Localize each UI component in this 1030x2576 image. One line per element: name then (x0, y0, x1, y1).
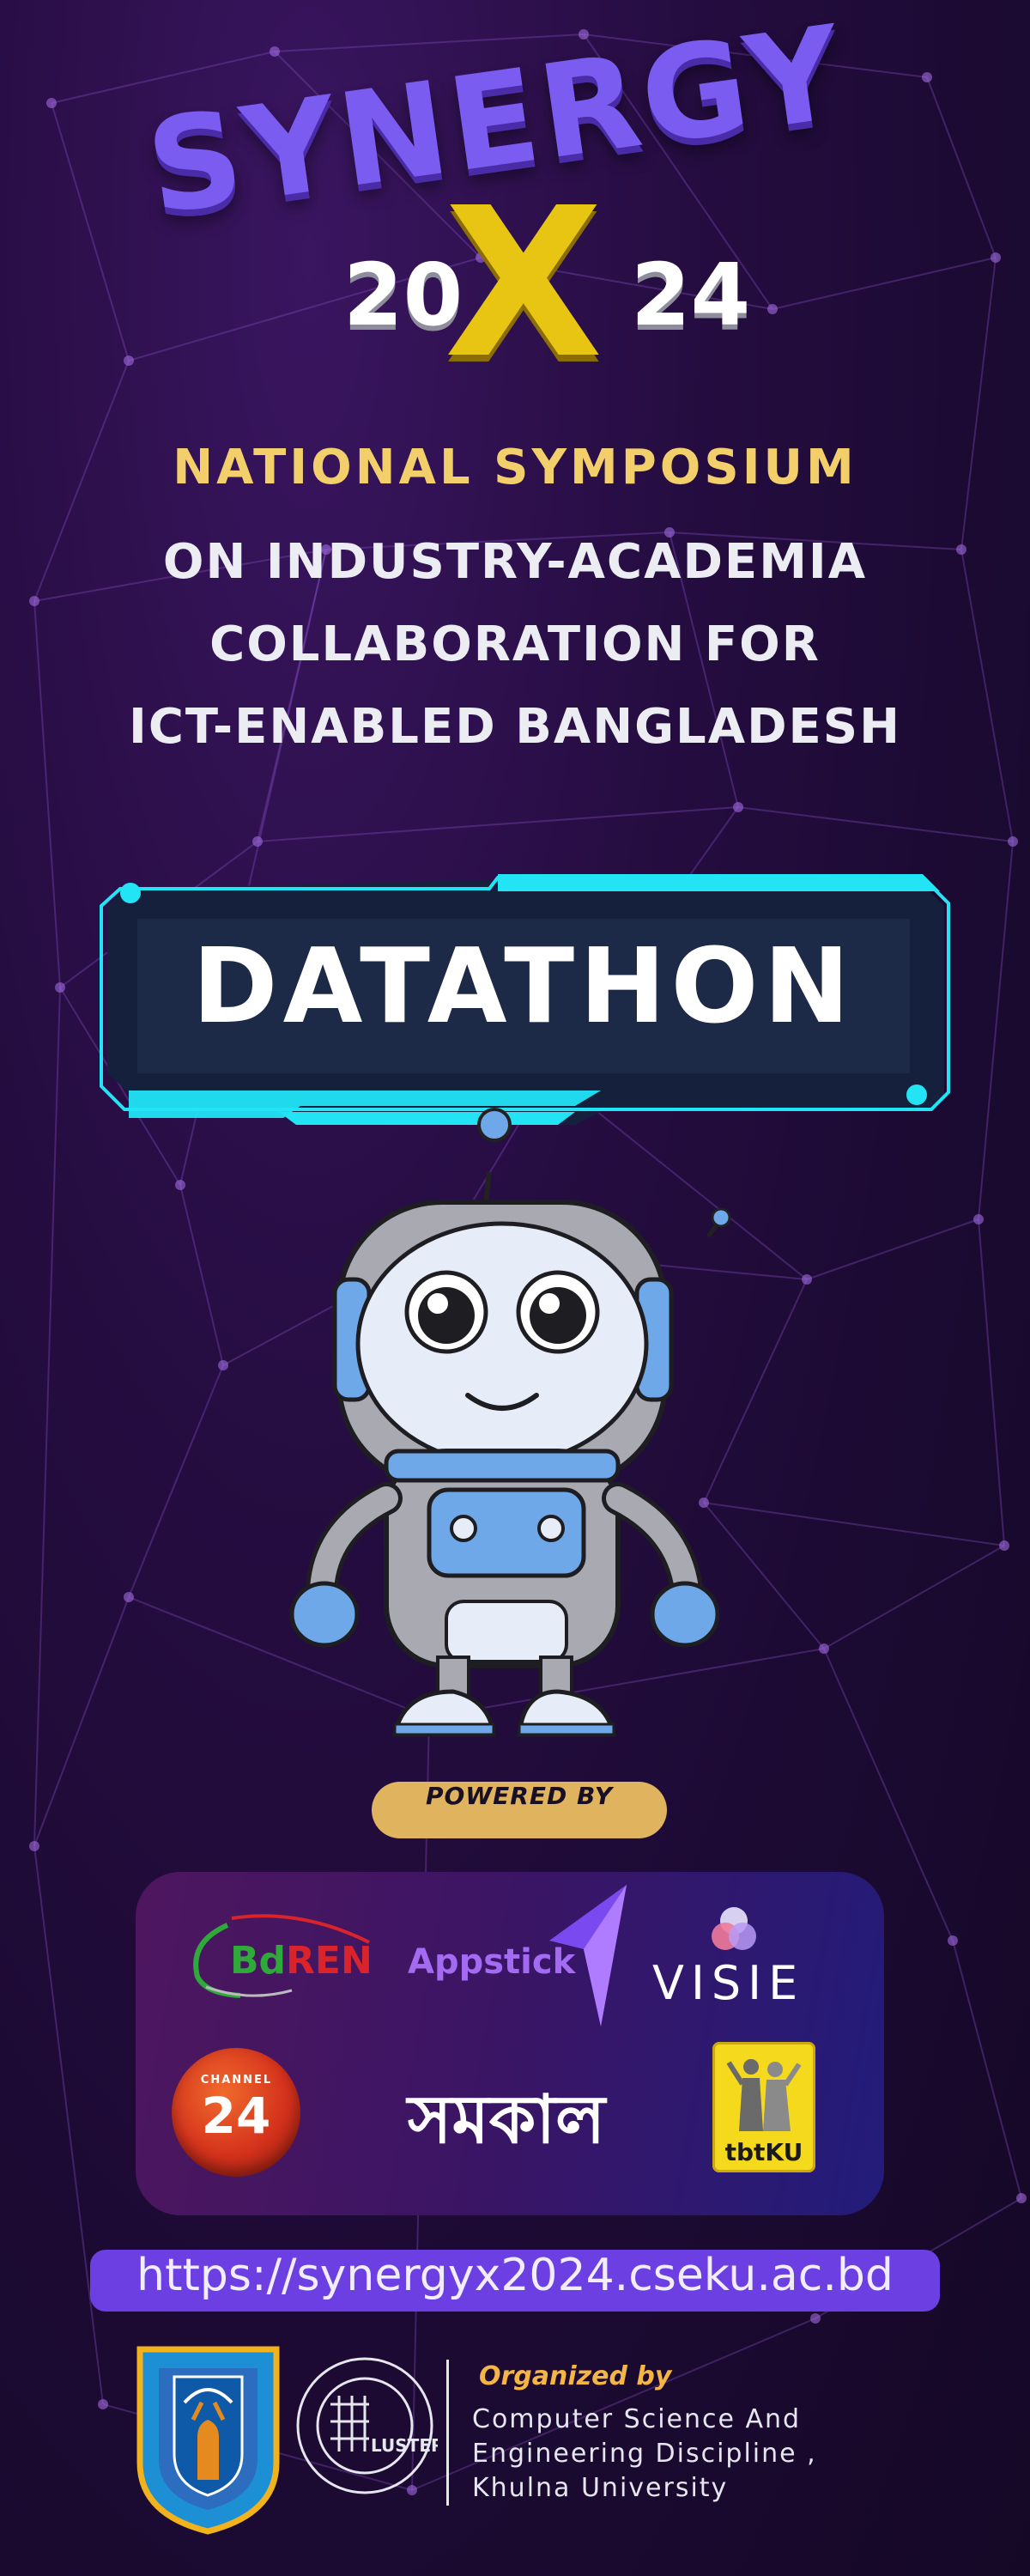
visie-mark-icon (712, 1907, 756, 1950)
network-line (772, 257, 997, 310)
network-line (33, 987, 61, 1847)
network-node (252, 836, 263, 847)
network-node (46, 98, 57, 108)
network-line (51, 102, 130, 361)
heading-line-3: ICT-ENABLED BANGLADESH (128, 699, 902, 755)
bdren-prefix: Bd (230, 1939, 287, 1983)
heading-national-symposium: NATIONAL SYMPOSIUM (173, 440, 857, 495)
network-line (33, 1845, 104, 2405)
network-line (960, 549, 1014, 842)
tbtku-text: tbtKU (724, 2138, 803, 2166)
heading-line-1: ON INDUSTRY-ACADEMIA (162, 534, 868, 590)
organizer-line-1: Computer Science And (472, 2404, 802, 2434)
network-node (819, 1643, 829, 1654)
network-line (128, 1364, 224, 1598)
bdren-suffix: REN (286, 1939, 373, 1983)
sponsor-bdren-logo: BdREN (230, 1939, 373, 1983)
network-node (29, 596, 39, 606)
network-line (926, 76, 997, 258)
network-line (179, 1184, 224, 1366)
organizer-line-2: Engineering Discipline , (472, 2439, 817, 2469)
cluster-club-seal-icon: LUSTER (296, 2357, 438, 2494)
network-node (991, 252, 1001, 263)
network-node (29, 1841, 39, 1851)
footer-divider (446, 2360, 449, 2506)
cluster-seal-text: LUSTER (371, 2435, 438, 2456)
network-node (218, 1360, 228, 1370)
robot-illustration (289, 1108, 731, 1737)
network-node (802, 1274, 812, 1285)
heading-line-2: COLLABORATION FOR (209, 617, 821, 672)
network-node (733, 802, 743, 812)
event-title: DATATHON (192, 927, 855, 1047)
powered-by-badge: POWERED BY (372, 1782, 667, 1838)
sponsor-samakal-logo: সমকাল (407, 2081, 606, 2159)
network-node (973, 1214, 984, 1224)
channel24-small-text: CHANNEL (200, 2074, 273, 2087)
network-node (98, 2399, 108, 2409)
network-line (960, 257, 997, 550)
network-node (55, 982, 65, 993)
logo-year-left: 20 (343, 245, 464, 345)
network-node (124, 1592, 134, 1602)
network-node (270, 46, 280, 57)
network-line (823, 1545, 1005, 1649)
network-node (1008, 836, 1018, 847)
network-node (810, 2313, 821, 2324)
channel24-number: 24 (201, 2087, 271, 2145)
organizer-line-3: Khulna University (472, 2473, 729, 2503)
network-node (948, 1935, 958, 1946)
network-line (33, 1596, 130, 1847)
network-node (1016, 2193, 1027, 2203)
network-node (175, 1180, 185, 1190)
network-node (922, 72, 932, 82)
tbtku-figures-icon (726, 2059, 802, 2131)
sponsor-visie-logo: VISIE (652, 1956, 805, 2010)
network-line (978, 841, 1014, 1220)
network-line (978, 1218, 1005, 1546)
khulna-university-seal-icon (136, 2346, 280, 2535)
network-node (767, 304, 778, 314)
network-node (124, 355, 134, 366)
network-node (999, 1540, 1009, 1551)
network-line (952, 1940, 1022, 2199)
organized-by-label: Organized by (479, 2361, 672, 2391)
website-url-link[interactable]: https://synergyx2024.cseku.ac.bd (90, 2250, 940, 2312)
network-line (257, 806, 739, 842)
appstick-arrow-icon (549, 1885, 627, 2026)
network-line (737, 806, 1014, 842)
network-line (806, 1218, 979, 1280)
logo-year-right: 24 (631, 245, 751, 345)
